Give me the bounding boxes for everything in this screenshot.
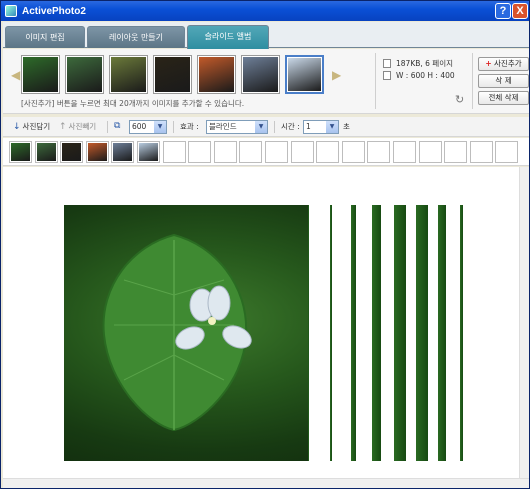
slide-slot[interactable] (137, 141, 160, 163)
slide-slot[interactable] (367, 141, 391, 163)
slide-slot[interactable] (469, 141, 493, 163)
file-size: 187KB, 6 페이지 (396, 58, 454, 68)
toolbar-separator (107, 121, 108, 133)
slot-image (36, 143, 56, 161)
slide-strip (3, 138, 529, 166)
slide-slot[interactable] (162, 141, 186, 163)
thumbnail-image (111, 57, 146, 92)
vertical-scrollbar[interactable] (519, 167, 529, 478)
close-button[interactable]: X (512, 3, 528, 19)
effect-select[interactable]: 블라인드 ▼ (206, 120, 268, 134)
gallery-thumbnail[interactable] (285, 55, 324, 94)
tab-bar: 이미지 편집 레이아웃 만들기 슬라이드 앨범 (3, 22, 529, 49)
help-button[interactable]: ? (495, 3, 511, 19)
slide-slot[interactable] (85, 141, 109, 163)
preview-stage (3, 167, 519, 478)
title-bar[interactable]: ActivePhoto2 ? X (1, 1, 529, 21)
time-unit: 초 (343, 122, 350, 131)
gallery-thumbnail[interactable] (197, 55, 236, 94)
resize-icon: ⧉ (114, 121, 121, 131)
divider (375, 53, 376, 109)
thumbnail-image (288, 58, 321, 91)
window-title: ActivePhoto2 (22, 5, 86, 17)
chevron-down-icon: ▼ (326, 121, 338, 133)
slide-slot[interactable] (239, 141, 263, 163)
thumbnail-image (23, 57, 58, 92)
thumbnail-image (67, 57, 102, 92)
thumbnail-image (199, 57, 234, 92)
app-icon (5, 5, 17, 17)
thumbnail-image (243, 57, 278, 92)
slide-slot[interactable] (444, 141, 468, 163)
horizontal-scrollbar[interactable] (3, 478, 529, 488)
leaf-image (102, 233, 252, 432)
tab-layout[interactable]: 레이아웃 만들기 (87, 26, 185, 48)
slide-slot[interactable] (418, 141, 442, 163)
toolbar: ↓ 사진담기 ↑ 사진빼기 ⧉ 600 ▼ 효과 : 블라인드 ▼ 시간 : 1 ▼ 초 (3, 117, 529, 137)
slide-slot[interactable] (34, 141, 58, 163)
thumbnail-image (155, 57, 190, 92)
gallery-thumbnail[interactable] (153, 55, 192, 94)
slide-slot[interactable] (393, 141, 416, 163)
slide-slot[interactable] (9, 141, 32, 163)
scroll-left-icon[interactable]: ◀ (11, 68, 20, 82)
slide-preview (64, 205, 466, 461)
size-select[interactable]: 600 ▼ (129, 120, 167, 134)
effect-value: 블라인드 (209, 122, 237, 131)
slide-slot[interactable] (213, 141, 237, 163)
add-photo-button[interactable]: + 사진추가 (478, 57, 529, 71)
refresh-icon[interactable]: ↻ (455, 93, 464, 106)
time-select[interactable]: 1 ▼ (303, 120, 339, 134)
dimension-icon (383, 70, 391, 80)
image-info: 187KB, 6 페이지 W : 600 H : 400 (383, 57, 455, 81)
gallery-thumbnail[interactable] (241, 55, 280, 94)
slide-slot[interactable] (188, 141, 212, 163)
gallery-thumbnail[interactable] (65, 55, 104, 94)
slot-image (139, 143, 158, 161)
toolbar-separator (274, 121, 275, 133)
file-icon (383, 58, 391, 68)
gallery-thumbnail[interactable] (109, 55, 148, 94)
download-arrow-icon: ↓ (13, 121, 21, 132)
plus-icon: + (485, 59, 492, 68)
size-value: 600 (132, 122, 147, 131)
tab-slide-album[interactable]: 슬라이드 앨범 (187, 25, 269, 49)
chevron-down-icon: ▼ (154, 121, 166, 133)
slide-slot[interactable] (495, 141, 519, 163)
effect-label: 효과 : (180, 122, 199, 131)
slide-slot[interactable] (111, 141, 135, 163)
app-window: ActivePhoto2 ? X 이미지 편집 레이아웃 만들기 슬라이드 앨범… (0, 0, 530, 489)
slide-slot[interactable] (290, 141, 314, 163)
delete-all-button[interactable]: 전체 삭제 (478, 91, 529, 105)
tab-image-edit[interactable]: 이미지 편집 (5, 26, 85, 48)
gallery-thumbnail[interactable] (21, 55, 60, 94)
load-photo-button[interactable]: ↓ 사진담기 (13, 121, 50, 132)
time-value: 1 (306, 122, 311, 131)
load-photo-label: 사진담기 (22, 122, 51, 131)
upload-arrow-icon: ↑ (59, 121, 67, 132)
gallery-hint: [사진추가] 버튼을 누르면 최대 20개까지 이미지를 추가할 수 있습니다. (21, 99, 245, 108)
slide-slot[interactable] (265, 141, 288, 163)
toolbar-separator (173, 121, 174, 133)
gallery-panel: ◀ ▶ [사진추가] 버튼을 누르면 최대 20개까지 이미지를 추가할 수 있… (3, 49, 529, 114)
chevron-down-icon: ▼ (255, 121, 267, 133)
add-photo-label: 사진추가 (494, 59, 522, 68)
divider (472, 53, 473, 109)
slot-image (11, 143, 30, 161)
slot-image (62, 143, 82, 161)
delete-button[interactable]: 삭 제 (478, 74, 529, 88)
image-dimensions: W : 600 H : 400 (396, 70, 455, 80)
remove-photo-button[interactable]: ↑ 사진빼기 (59, 121, 96, 132)
slide-slot[interactable] (341, 141, 365, 163)
slot-image (113, 143, 133, 161)
time-label: 시간 : (281, 122, 300, 131)
slide-slot[interactable] (60, 141, 84, 163)
scroll-right-icon[interactable]: ▶ (332, 68, 341, 82)
slot-image (87, 143, 107, 161)
blind-transition (308, 205, 466, 461)
remove-photo-label: 사진빼기 (68, 122, 97, 131)
slide-slot[interactable] (316, 141, 340, 163)
